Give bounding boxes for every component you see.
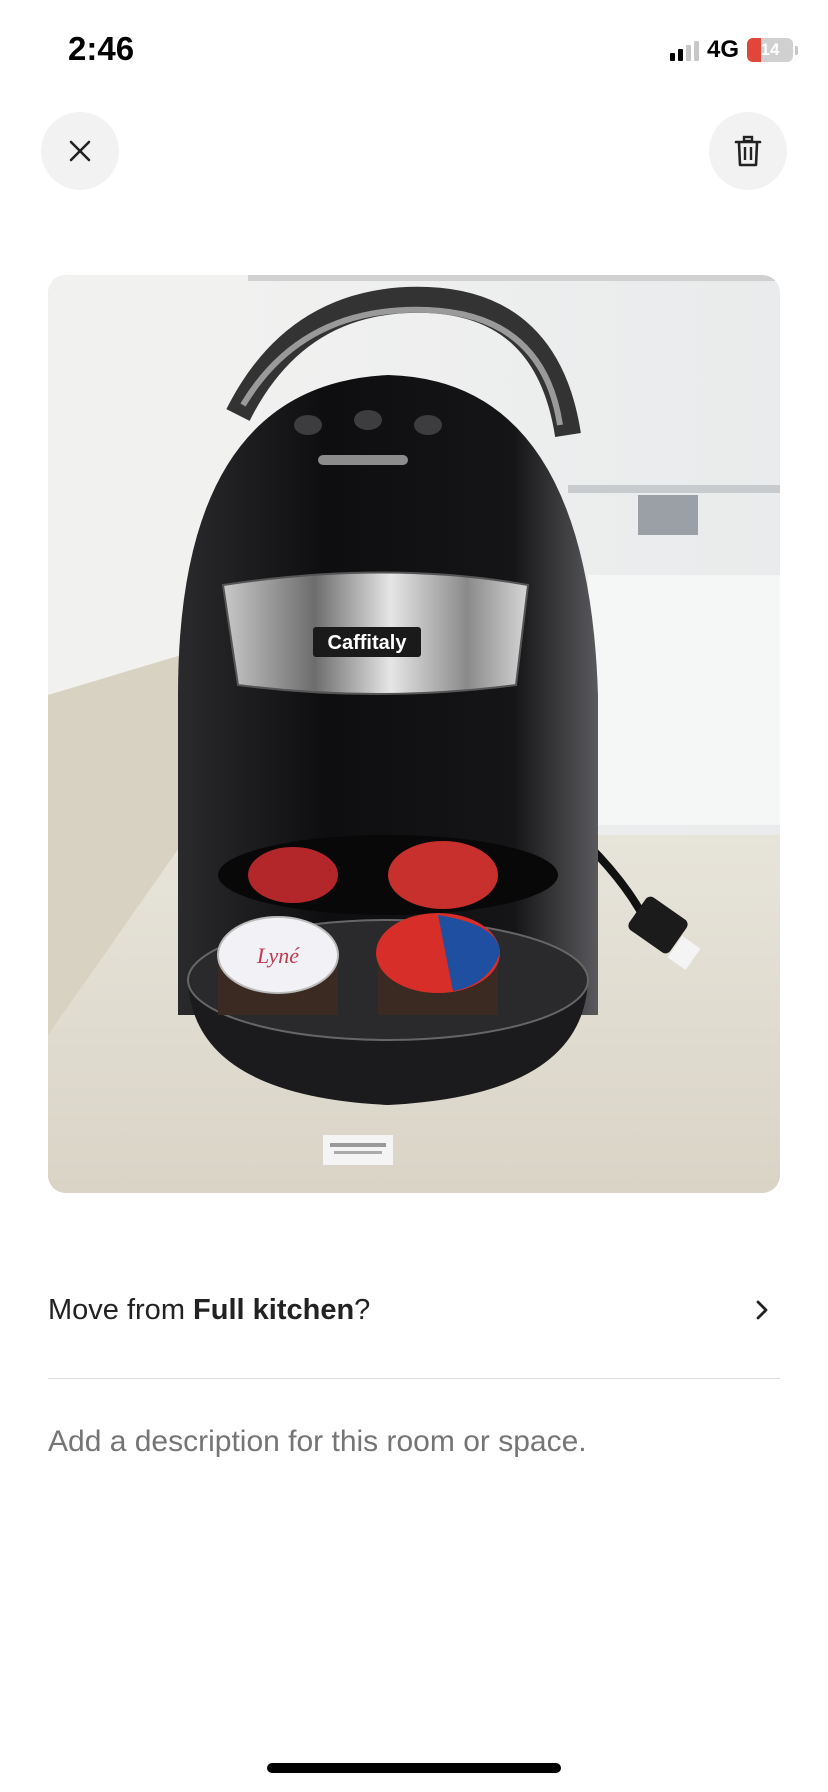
room-name: Full kitchen [193,1293,355,1326]
status-time: 2:46 [68,30,135,67]
battery-level: 14 [760,40,780,59]
divider [48,1378,780,1379]
cellular-signal-icon [669,39,699,61]
room-photo[interactable]: Caffitaly Lyné [48,275,780,1193]
description-input[interactable] [48,1425,780,1459]
close-icon [69,140,91,162]
battery-icon: 14 [747,38,793,62]
coffee-machine-image: Caffitaly Lyné [48,275,780,1193]
move-suffix: ? [354,1293,371,1326]
svg-text:Lyné: Lyné [256,943,300,968]
close-button[interactable] [41,112,119,190]
status-bar: 2:46 4G 14 [0,0,828,100]
status-indicators: 4G 14 [669,36,798,64]
move-room-row[interactable]: Move from Full kitchen? [48,1268,780,1352]
brand-label: Caffitaly [328,632,408,654]
network-type: 4G [706,36,739,63]
move-prefix: Move from [48,1293,194,1326]
chevron-right-icon [750,1298,774,1322]
move-room-label: Move from Full kitchen? [48,1294,370,1327]
delete-button[interactable] [709,112,787,190]
trash-icon [734,135,762,167]
battery-nub [795,45,798,55]
home-indicator[interactable] [267,1763,561,1773]
